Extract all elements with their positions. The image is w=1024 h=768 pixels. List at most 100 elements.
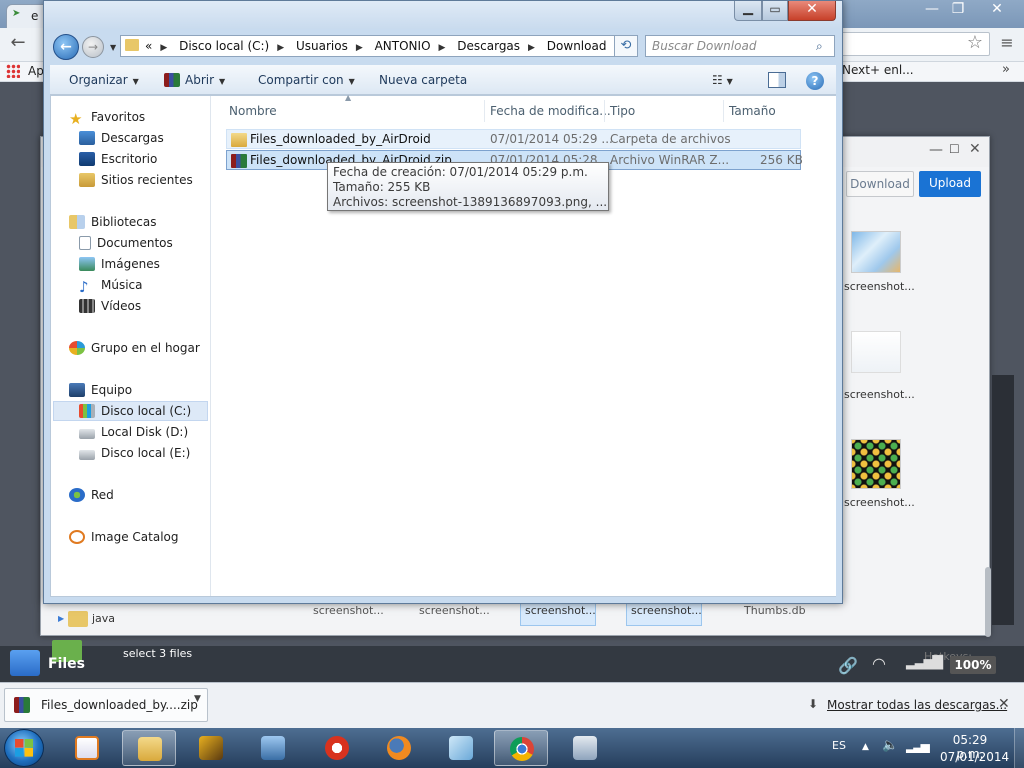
folder-java[interactable]: java [92,612,115,625]
download-menu-icon[interactable]: ▼ [194,694,201,704]
winrar-icon [164,73,180,87]
nav-favorites[interactable]: ★ Favoritos [69,107,227,127]
nav-label: Image Catalog [91,530,179,544]
nav-label: Favoritos [91,110,146,124]
system-drive-icon [79,404,95,418]
column-divider[interactable] [604,100,605,122]
taskbar-app[interactable] [184,730,238,766]
show-hidden-icons-icon[interactable]: ▲ [862,742,869,752]
bookmark-star-icon[interactable]: ☆ [964,32,986,56]
maximize-button[interactable]: ▭ [762,1,788,21]
bookmark-apps[interactable]: Ap [28,64,44,78]
nav-label: Local Disk (D:) [101,425,189,439]
close-button[interactable]: ✕ [788,1,836,21]
column-divider[interactable] [484,100,485,122]
file-caption[interactable]: screenshot... [313,604,384,617]
panel-scrollbar[interactable] [985,567,991,637]
language-indicator[interactable]: ES [832,739,846,752]
breadcrumb-item[interactable]: Usuarios [296,39,348,53]
nav-libraries[interactable]: Bibliotecas [69,212,227,232]
new-folder-button[interactable]: Nueva carpeta [379,73,467,87]
breadcrumb-item[interactable]: Disco local (C:) [179,39,269,53]
open-menu[interactable]: Abrir ▼ [185,73,225,87]
column-size[interactable]: Tamaño [729,104,776,118]
network-signal-icon[interactable]: ▂▃▅ [906,739,930,753]
taskbar-control-panel[interactable] [246,730,300,766]
file-thumbnail[interactable] [851,439,901,489]
download-item-name[interactable]: Files_downloaded_by....zip [41,698,198,712]
file-thumbnail[interactable] [851,231,901,273]
chevron-right-icon[interactable]: ▶ [160,43,167,53]
panel-maximize-icon[interactable]: ☐ [949,142,960,156]
preview-pane-icon[interactable] [768,72,786,88]
organize-label: Organizar [69,73,128,87]
show-desktop-button[interactable] [1014,728,1024,768]
column-type[interactable]: Tipo [610,104,635,118]
taskbar-firefox[interactable] [372,730,426,766]
explorer-titlebar[interactable] [44,1,842,29]
help-icon[interactable]: ? [806,72,824,90]
search-input[interactable]: Buscar Download [645,35,835,57]
file-thumbnail[interactable] [851,331,901,373]
panel-close-icon[interactable]: ✕ [969,141,981,157]
chrome-minimize-button[interactable]: — [920,0,944,20]
bookmark-next[interactable]: Next+ enl... [842,63,914,77]
apps-grid-icon[interactable] [6,64,20,78]
chrome-menu-icon[interactable]: ≡ [996,32,1018,56]
upload-button[interactable]: Upload [919,171,981,197]
expand-arrow-icon[interactable]: ▶ [58,614,64,623]
column-divider[interactable] [723,100,724,122]
recent-places-icon [79,173,95,187]
taskbar-notes[interactable] [434,730,488,766]
breadcrumb-item[interactable]: Descargas [457,39,520,53]
files-app-icon[interactable] [10,650,40,676]
view-options-icon[interactable]: ☷ ▼ [712,73,733,87]
nav-homegroup[interactable]: Grupo en el hogar [69,338,227,358]
panel-minimize-icon[interactable]: — [929,142,943,158]
organize-menu[interactable]: Organizar ▼ [69,73,139,87]
recent-pages-icon[interactable]: ▼ [110,43,116,52]
chevron-right-icon[interactable]: ▶ [356,43,363,53]
file-caption[interactable]: screenshot... [419,604,490,617]
tooltip-size: Tamaño: 255 KB [333,180,431,194]
back-arrow-icon[interactable]: ← [53,34,79,60]
breadcrumb-item[interactable]: Download [547,39,607,53]
nav-computer[interactable]: Equipo [69,380,227,400]
column-name[interactable]: Nombre [229,104,277,118]
bookmarks-overflow[interactable]: » [1002,62,1010,77]
folder-icon [68,611,88,627]
chevron-right-icon[interactable]: ▶ [439,43,446,53]
taskbar-keyboard[interactable] [558,730,612,766]
chrome-maximize-button[interactable]: ❐ [946,0,970,20]
download-button[interactable]: Download [846,171,914,197]
show-all-downloads-link[interactable]: Mostrar todas las descargas... [827,698,1007,712]
column-date[interactable]: Fecha de modifica... [490,104,611,118]
breadcrumb-overflow[interactable]: « [145,39,152,53]
breadcrumb-item[interactable]: ANTONIO [375,39,431,53]
share-menu[interactable]: Compartir con ▼ [258,73,355,87]
taskbar-ccleaner[interactable] [310,730,364,766]
refresh-icon[interactable]: ⟲ [614,35,638,57]
nav-label: Disco local (C:) [101,404,192,418]
nav-network[interactable]: Red [69,485,227,505]
chevron-right-icon[interactable]: ▶ [277,43,284,53]
volume-icon[interactable]: 🔈 [882,738,898,753]
taskbar-media-player[interactable] [60,730,114,766]
chrome-close-button[interactable]: ✕ [980,0,1014,20]
address-bar[interactable]: «▶ Disco local (C:) ▶ Usuarios ▶ ANTONIO ▶ … [120,35,638,57]
clock-date[interactable]: 07/01/2014 [940,750,1009,764]
close-shelf-icon[interactable]: ✕ [998,696,1010,712]
back-arrow-icon[interactable]: ← [6,32,30,56]
folder-icon [231,133,247,147]
files-app-label[interactable]: Files [48,656,85,672]
minimize-button[interactable]: ▁ [734,1,762,21]
taskbar-explorer[interactable] [122,730,176,766]
file-caption[interactable]: Thumbs.db [744,604,806,617]
taskbar-chrome[interactable] [494,730,548,766]
file-row[interactable]: Files_downloaded_by_AirDroid 07/01/2014 … [226,129,801,149]
search-icon[interactable]: ⌕ [816,39,823,54]
chevron-right-icon[interactable]: ▶ [528,43,535,53]
link-icon[interactable]: 🔗 [838,656,858,675]
nav-image-catalog[interactable]: Image Catalog [69,527,227,547]
forward-arrow-icon[interactable]: → [82,36,104,58]
